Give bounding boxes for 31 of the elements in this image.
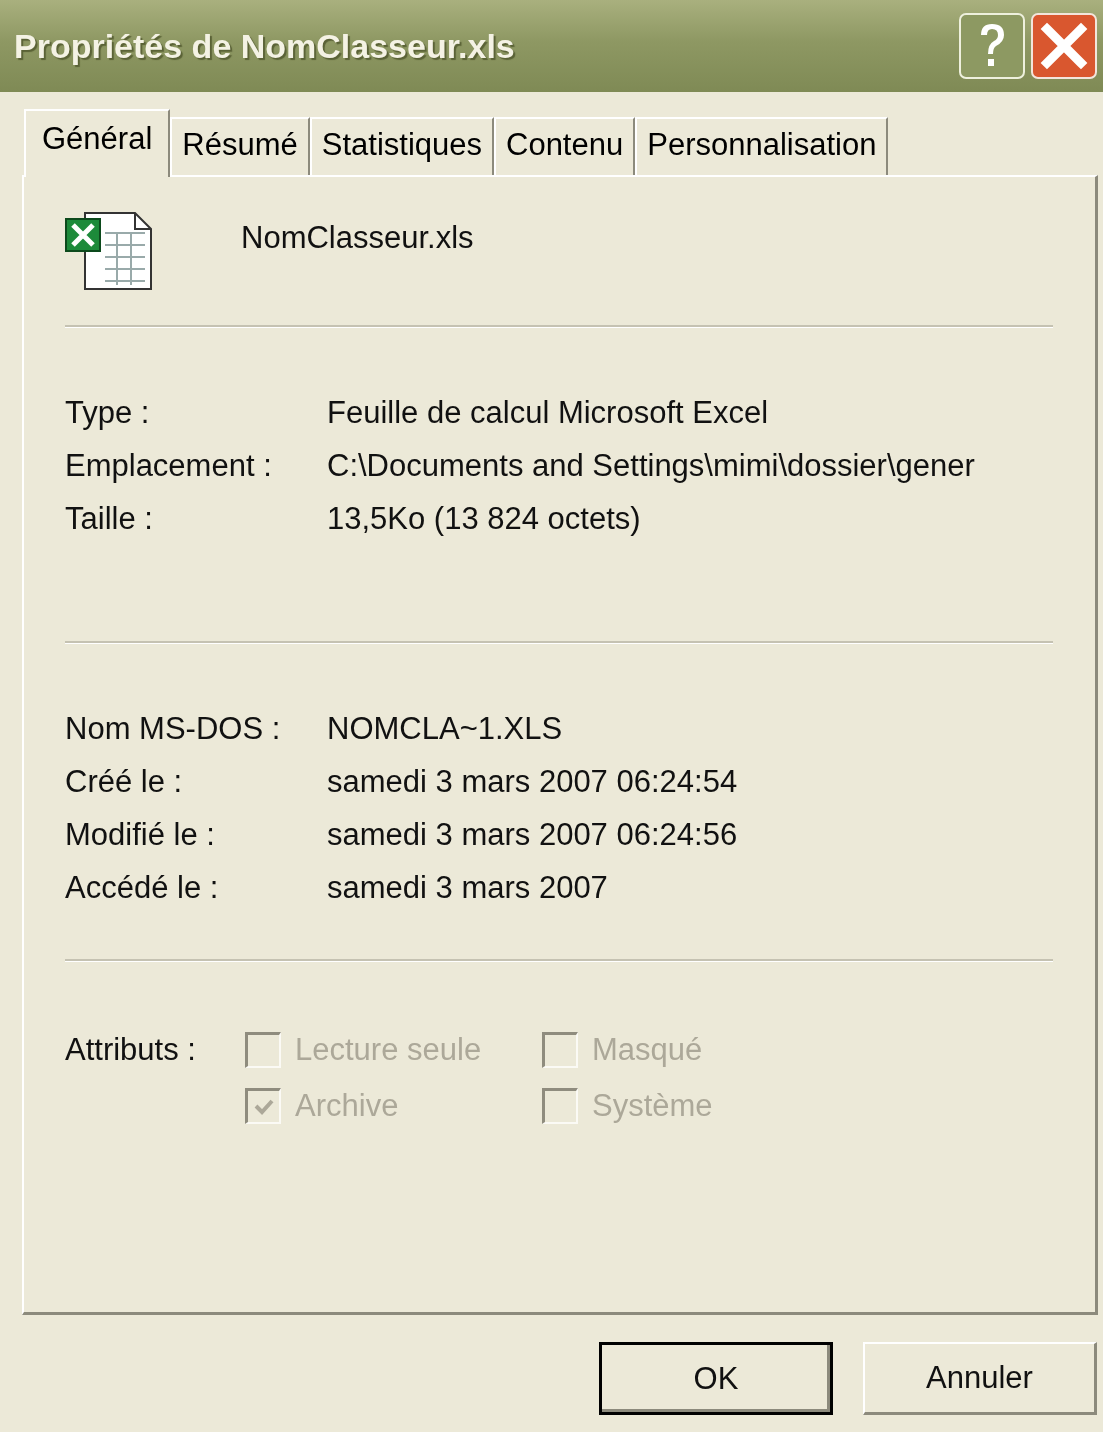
property-label: Modifié le : — [65, 817, 216, 853]
property-value: samedi 3 mars 2007 06:24:54 — [327, 764, 739, 800]
property-value: NOMCLA~1.XLS — [327, 711, 564, 747]
checkbox-label: Archive — [295, 1088, 399, 1124]
property-label: Créé le : — [65, 764, 184, 800]
property-label: Type : — [65, 395, 151, 431]
property-label: Emplacement : — [65, 448, 273, 484]
dialog-button[interactable]: Annuler — [863, 1342, 1097, 1415]
property-value: samedi 3 mars 2007 — [327, 870, 609, 906]
dialog-button[interactable]: OK — [599, 1342, 833, 1415]
tab[interactable]: Contenu — [494, 117, 636, 175]
property-value: 13,5Ko (13 824 octets) — [327, 501, 642, 537]
tab[interactable]: Général — [24, 109, 171, 177]
property-label: Accédé le : — [65, 870, 220, 906]
checkbox-label: Lecture seule — [295, 1032, 482, 1068]
close-icon[interactable] — [1031, 13, 1097, 79]
spreadsheet-file-icon — [65, 211, 153, 291]
property-value: Feuille de calcul Microsoft Excel — [327, 395, 770, 431]
tab[interactable]: Statistiques — [309, 117, 494, 175]
property-value: samedi 3 mars 2007 06:24:56 — [327, 817, 739, 853]
property-label: Taille : — [65, 501, 154, 537]
checkbox-label: Système — [592, 1088, 713, 1124]
file-name: NomClasseur.xls — [241, 220, 474, 256]
help-icon[interactable] — [959, 13, 1025, 79]
tab[interactable]: Résumé — [170, 117, 310, 175]
tab[interactable]: Personnalisation — [635, 117, 889, 175]
checkbox-label: Masqué — [592, 1032, 703, 1068]
property-value: C:\Documents and Settings\mimi\dossier\gener — [327, 448, 976, 484]
window-title: Propriétés de NomClasseur.xls — [14, 26, 516, 66]
property-label: Nom MS-DOS : — [65, 711, 282, 747]
attributes-label: Attributs : — [65, 1032, 197, 1068]
